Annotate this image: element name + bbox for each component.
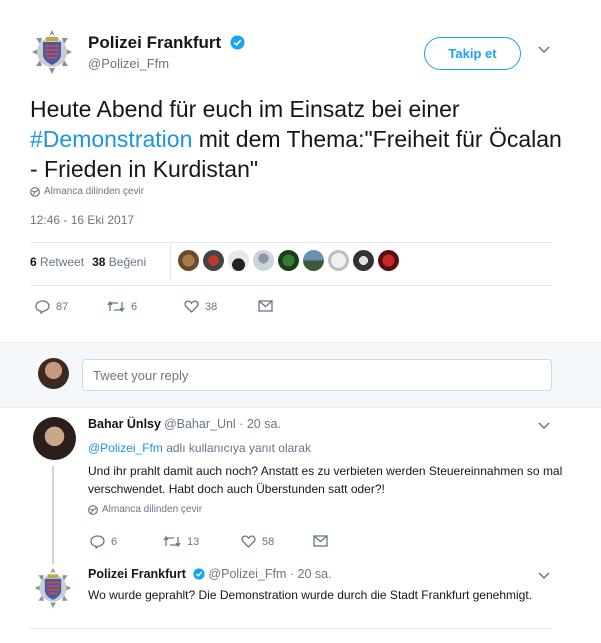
liker-avatars [178,250,399,271]
hashtag-link[interactable]: #Demonstration [30,126,192,152]
chevron-down-icon[interactable] [538,46,550,54]
like-icon [241,535,256,548]
reply-icon [35,300,50,314]
liker-avatar[interactable] [328,250,349,271]
reply-icon [90,535,105,549]
message-icon [258,300,273,312]
reply-avatar[interactable] [33,417,76,460]
translate-link[interactable]: Almanca dilinden çevir [30,186,144,197]
reply-author[interactable]: Polizei Frankfurt @Polizei_Ffm · 20 sa. [88,567,332,583]
message-icon [313,535,328,547]
author-name[interactable]: Polizei Frankfurt [88,33,245,55]
message-action[interactable] [313,535,328,547]
liker-avatar[interactable] [253,250,274,271]
verified-badge-icon [230,35,245,55]
reply-action[interactable]: 87 [35,300,68,314]
reply-to-handle[interactable]: @Polizei_Ffm [88,441,163,455]
globe-icon [88,504,98,515]
reply-author[interactable]: Bahar Ünlsy @Bahar_Unl · 20 sa. [88,417,281,431]
liker-avatar[interactable] [178,250,199,271]
like-stat[interactable]: 38 Beğeni [92,255,146,269]
current-user-avatar[interactable] [38,358,69,389]
translate-link[interactable]: Almanca dilinden çevir [88,504,202,515]
reply-input[interactable] [82,359,552,391]
author-handle[interactable]: @Polizei_Ffm [88,56,169,71]
globe-icon [30,186,40,197]
retweet-action[interactable]: 13 [163,535,199,548]
liker-avatar[interactable] [228,250,249,271]
message-action[interactable] [258,300,273,312]
liker-avatar[interactable] [378,250,399,271]
verified-badge-icon [193,568,206,583]
retweet-icon [107,300,125,313]
like-action[interactable]: 38 [184,300,217,313]
like-icon [184,300,199,313]
reply-to-context: @Polizei_Ffm adlı kullanıcıya yanıt olar… [88,441,311,455]
stats-separator [170,244,171,280]
police-shield-icon[interactable] [30,28,74,76]
tweet-text: Heute Abend für euch im Einsatz bei eine… [30,96,562,182]
liker-avatar[interactable] [278,250,299,271]
thread-line [52,466,54,564]
reply-text: Wo wurde geprahlt? Die Demonstration wur… [88,588,533,602]
retweet-action[interactable]: 6 [107,300,137,313]
divider [30,285,552,286]
chevron-down-icon[interactable] [538,572,550,580]
follow-button[interactable]: Takip et [424,37,521,70]
tweet-stats: 6 Retweet 38 Beğeni [30,255,146,269]
chevron-down-icon[interactable] [538,422,550,430]
divider [30,242,552,243]
divider [30,628,552,629]
retweet-icon [163,535,181,548]
liker-avatar[interactable] [353,250,374,271]
liker-avatar[interactable] [203,250,224,271]
liker-avatar[interactable] [303,250,324,271]
police-shield-icon[interactable] [33,566,73,610]
reply-action[interactable]: 6 [90,535,117,549]
reply-text: Und ihr prahlt damit auch noch? Anstatt … [88,464,563,496]
retweet-stat[interactable]: 6 Retweet [30,255,84,269]
tweet-timestamp[interactable]: 12:46 - 16 Eki 2017 [30,213,134,227]
like-action[interactable]: 58 [241,535,274,548]
